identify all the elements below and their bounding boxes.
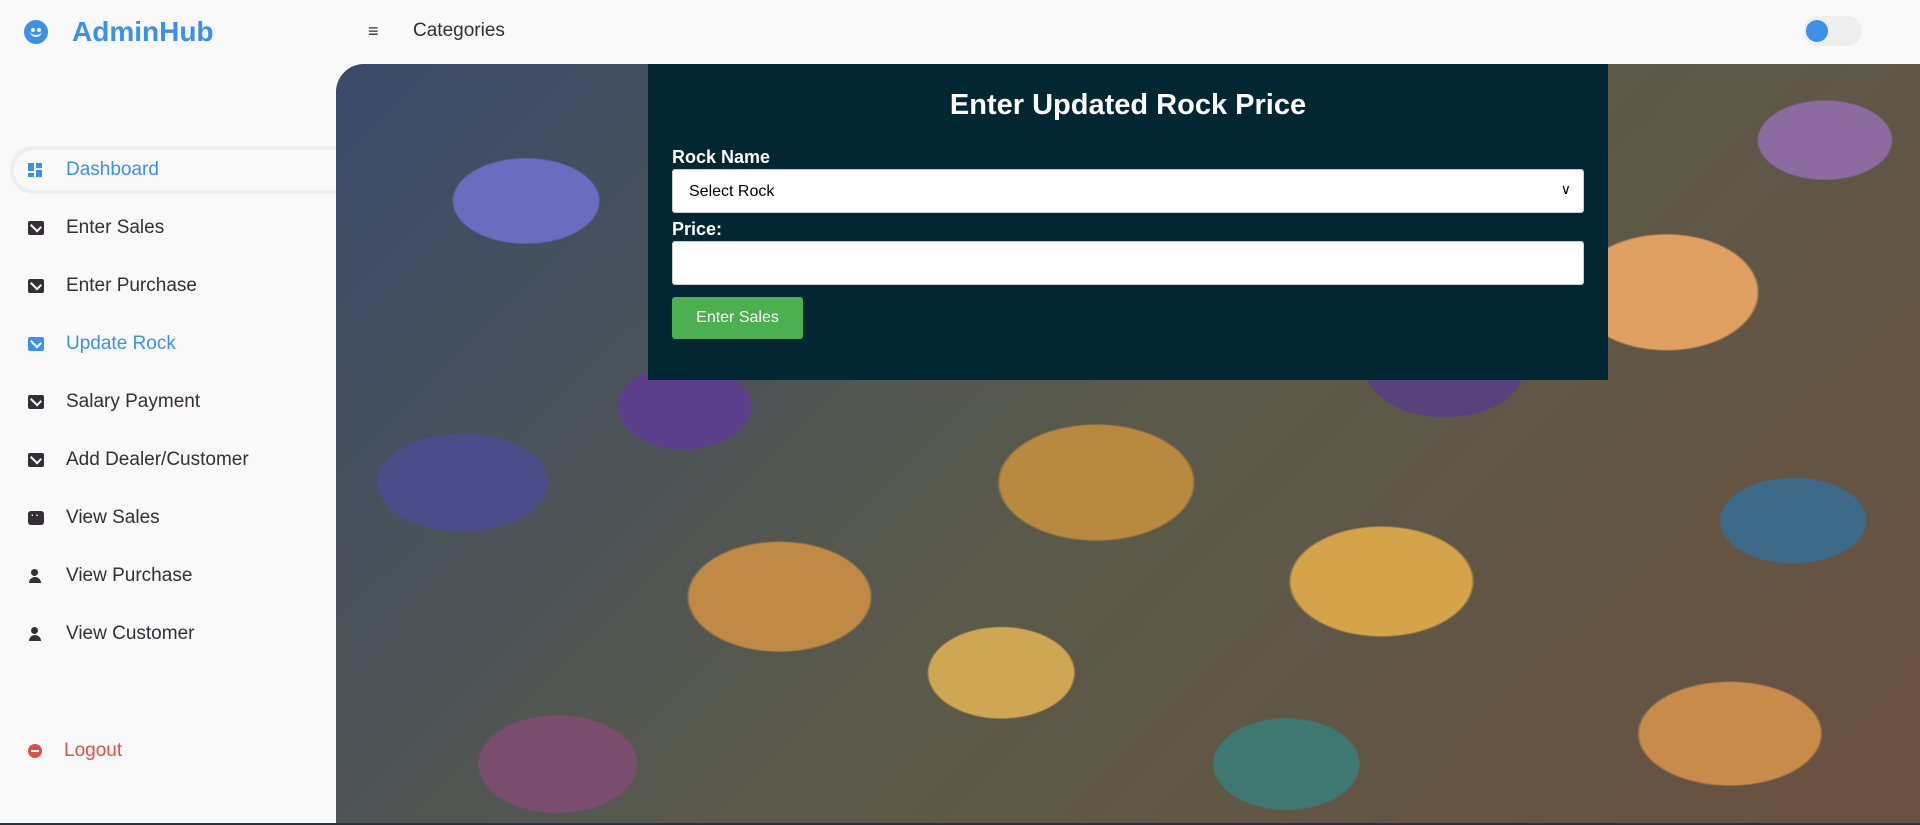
sidebar-item-label: Enter Purchase (66, 275, 197, 296)
mail-icon (28, 221, 44, 235)
sidebar: AdminHub Dashboard Enter Sales Enter Pur… (0, 0, 336, 825)
sidebar-menu: Dashboard Enter Sales Enter Purchase Upd… (0, 146, 336, 668)
rock-name-label: Rock Name (672, 147, 771, 167)
logout-button[interactable]: Logout (10, 727, 122, 775)
sidebar-item-view-sales[interactable]: View Sales (10, 494, 336, 542)
mail-icon (28, 453, 44, 467)
chevron-down-icon: ∨ (1560, 181, 1571, 197)
brand[interactable]: AdminHub (24, 14, 214, 50)
sidebar-item-salary-payment[interactable]: Salary Payment (10, 378, 336, 426)
rock-select-value: Select Rock (689, 183, 775, 200)
smile-icon (24, 20, 48, 44)
sidebar-item-label: Add Dealer/Customer (66, 449, 249, 470)
sidebar-item-add-dealer-customer[interactable]: Add Dealer/Customer (10, 436, 336, 484)
mail-icon (28, 337, 44, 351)
mail-icon (28, 279, 44, 293)
sidebar-item-dashboard[interactable]: Dashboard (10, 146, 336, 194)
sidebar-item-label: Dashboard (66, 159, 159, 180)
rock-select[interactable]: Select Rock ∨ (672, 169, 1584, 213)
enter-sales-button[interactable]: Enter Sales (672, 297, 803, 339)
toggle-knob (1806, 20, 1828, 42)
main-content: Enter Updated Rock Price Rock Name Selec… (336, 64, 1920, 825)
form-title: Enter Updated Rock Price (949, 89, 1307, 121)
menu-icon[interactable]: ≡ (368, 22, 379, 40)
mail-icon (28, 395, 44, 409)
sidebar-item-label: Salary Payment (66, 391, 201, 412)
sidebar-item-label: View Customer (66, 623, 195, 644)
sidebar-item-label: View Sales (66, 507, 160, 528)
user-icon (28, 627, 44, 641)
sidebar-item-label: Update Rock (66, 333, 176, 354)
logout-label: Logout (64, 740, 123, 761)
sidebar-item-enter-sales[interactable]: Enter Sales (10, 204, 336, 252)
sidebar-item-view-purchase[interactable]: View Purchase (10, 552, 336, 600)
price-input[interactable] (672, 241, 1584, 285)
sidebar-item-view-customer[interactable]: View Customer (10, 610, 336, 658)
update-rock-form: Enter Updated Rock Price Rock Name Selec… (648, 64, 1608, 380)
sidebar-item-label: View Purchase (66, 565, 193, 586)
categories-link[interactable]: Categories (413, 20, 505, 42)
theme-toggle[interactable] (1804, 16, 1862, 46)
logout-icon (28, 744, 42, 758)
price-label: Price: (672, 219, 723, 239)
dashboard-icon (28, 163, 44, 177)
chat-icon (28, 506, 44, 525)
top-navbar: ≡ Categories (336, 0, 1920, 64)
sidebar-item-label: Enter Sales (66, 217, 165, 238)
user-icon (28, 569, 44, 583)
brand-name: AdminHub (72, 16, 214, 47)
sidebar-item-enter-purchase[interactable]: Enter Purchase (10, 262, 336, 310)
sidebar-item-update-rock[interactable]: Update Rock (10, 320, 336, 368)
